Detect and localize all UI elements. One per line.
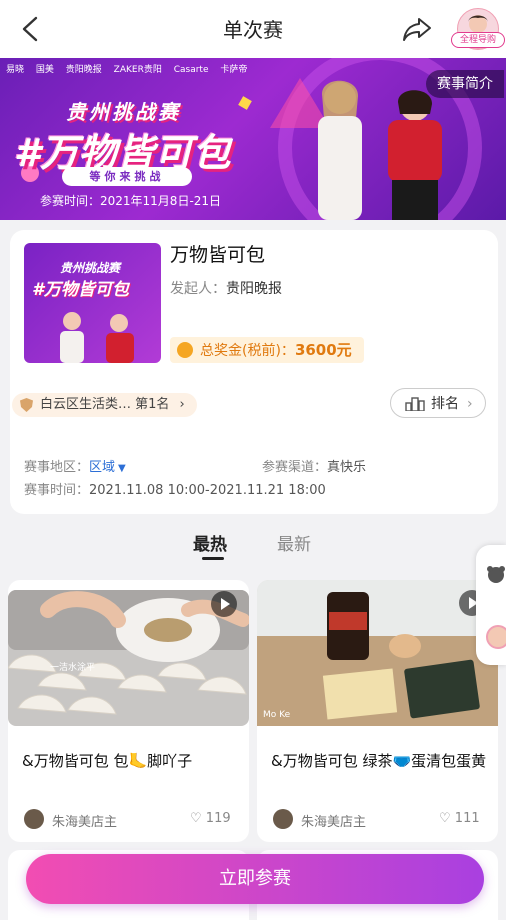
channel-value: 真快乐 xyxy=(327,460,367,475)
feed-title: &万物皆可包 包🦶脚吖子 xyxy=(22,752,193,770)
feed-card[interactable]: Mo Ke &万物皆可包 绿茶🩲蛋清包蛋黄 朱海美店主 ♡ 111 xyxy=(257,580,498,842)
shield-icon xyxy=(20,398,33,412)
prize-badge: 总奖金(税前)：3600元 xyxy=(170,337,364,363)
tab-hottest[interactable]: 最热 xyxy=(193,530,227,555)
prize-label: 总奖金(税前)： xyxy=(200,343,295,359)
join-contest-button[interactable]: 立即参赛 xyxy=(26,854,484,904)
likes-value: 119 xyxy=(205,811,231,826)
bear-icon xyxy=(486,566,506,649)
ranking-text: 白云区生活类… 第1名 xyxy=(40,397,170,412)
heart-icon[interactable]: ♡ xyxy=(439,811,451,826)
heart-icon[interactable]: ♡ xyxy=(190,811,202,826)
region-row: 赛事地区：区域 ▼ xyxy=(24,456,126,475)
ranking-pill[interactable]: 白云区生活类… 第1名 › xyxy=(12,393,197,417)
thumbnail-figures xyxy=(60,312,134,363)
like-count[interactable]: ♡ 111 xyxy=(439,811,480,826)
like-count[interactable]: ♡ 119 xyxy=(190,811,231,826)
caret-down-icon[interactable]: ▼ xyxy=(118,463,126,474)
contest-title: 万物皆可包 xyxy=(170,244,266,266)
channel-row: 参赛渠道：真快乐 xyxy=(262,456,366,475)
feed-author: 朱海美店主 xyxy=(52,815,118,830)
time-label: 赛事时间： xyxy=(24,483,90,498)
feed-card[interactable]: 一洁水涂平 &万物皆可包 包🦶脚吖子 朱海美店主 ♡ 119 xyxy=(8,580,249,842)
contest-intro-button[interactable]: 赛事简介 xyxy=(426,70,504,98)
avatar xyxy=(273,809,293,829)
coin-icon xyxy=(177,342,193,358)
ranking-button-label: 排名 xyxy=(431,396,459,412)
feed-title: &万物皆可包 绿茶🩲蛋清包蛋黄 xyxy=(271,752,487,770)
region-selector[interactable]: 区域 xyxy=(89,460,115,475)
time-value: 2021.11.08 10:00-2021.11.21 18:00 xyxy=(89,483,326,498)
chart-icon xyxy=(405,397,425,411)
ranking-button[interactable]: 排名 › xyxy=(390,388,486,418)
feed-author: 朱海美店主 xyxy=(301,815,367,830)
likes-value: 111 xyxy=(454,811,480,826)
region-label: 赛事地区： xyxy=(24,460,90,475)
channel-label: 参赛渠道： xyxy=(262,460,328,475)
organizer-name: 贵阳晚报 xyxy=(226,281,282,297)
organizer-label: 发起人： xyxy=(170,281,226,297)
share-icon[interactable] xyxy=(400,14,434,44)
avatar xyxy=(24,809,44,829)
image-caption: 一洁水涂平 xyxy=(50,663,96,673)
time-row: 赛事时间：2021.11.08 10:00-2021.11.21 18:00 xyxy=(24,479,326,498)
play-icon[interactable] xyxy=(211,591,237,617)
contest-organizer: 发起人：贵阳晚报 xyxy=(170,278,282,298)
image-caption: Mo Ke xyxy=(263,710,291,720)
banner-title-line1: 贵州挑战赛 xyxy=(66,100,181,124)
chevron-right-icon: › xyxy=(179,397,185,412)
shopping-guide-label[interactable]: 全程导购 xyxy=(451,32,505,48)
active-tab-indicator xyxy=(202,557,224,560)
contest-thumbnail: 贵州挑战赛 #万物皆可包 xyxy=(24,243,161,363)
banner-slogan: 等你来挑战 xyxy=(62,167,192,186)
prize-amount: 3600元 xyxy=(294,341,352,359)
chevron-right-icon: › xyxy=(467,396,473,412)
contest-banner[interactable]: 易晓 国美 贵阳晚报 ZAKER贵阳 Casarte 卡萨帝 赛事简介 贵州挑战… xyxy=(0,58,506,220)
tab-newest[interactable]: 最新 xyxy=(277,530,311,555)
banner-time: 参赛时间：2021年11月8日-21日 xyxy=(40,194,222,208)
floating-side-widget[interactable] xyxy=(476,545,506,665)
